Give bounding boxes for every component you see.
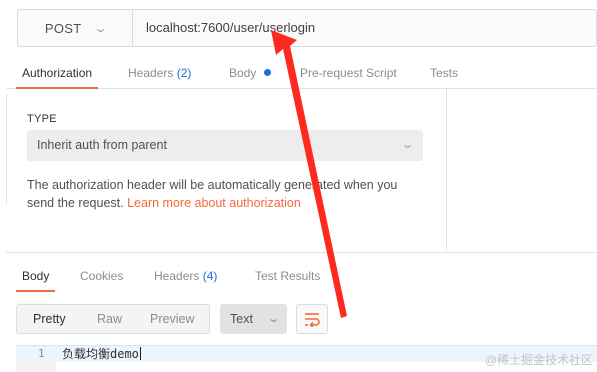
tab-authorization[interactable]: Authorization: [15, 58, 99, 89]
tab-count: (4): [202, 269, 218, 283]
tab-tests[interactable]: Tests: [430, 58, 458, 88]
response-tabs: Body Cookies Headers (4) Test Results: [6, 261, 597, 292]
dot-indicator-icon: [263, 69, 271, 76]
tab-response-headers[interactable]: Headers (4): [154, 261, 217, 291]
tab-label: Authorization: [22, 66, 93, 80]
url-field[interactable]: [146, 10, 566, 46]
authorization-pane: TYPE Inherit auth from parent ⌄ The auth…: [6, 89, 447, 251]
tab-cookies[interactable]: Cookies: [80, 261, 123, 291]
raw-button[interactable]: Raw: [97, 305, 122, 333]
request-tabs: Authorization Headers (2) Body Pre-reque…: [6, 58, 597, 89]
tab-label: Body: [229, 66, 257, 80]
auth-type-value: Inherit auth from parent: [37, 138, 167, 152]
auth-type-select[interactable]: Inherit auth from parent ⌄: [27, 130, 423, 161]
tab-label: Test Results: [255, 269, 321, 283]
tab-label: Cookies: [80, 269, 124, 283]
wrap-lines-icon: [305, 313, 320, 327]
text-caret: [139, 347, 141, 360]
tab-label: Body: [22, 269, 50, 283]
tab-label: Tests: [430, 66, 459, 80]
pretty-button[interactable]: Pretty: [33, 305, 66, 333]
format-value: Text: [230, 312, 253, 326]
tab-headers[interactable]: Headers (2): [128, 58, 191, 88]
method-label: POST: [44, 20, 82, 36]
code-content: 负载均衡demo: [62, 346, 141, 362]
line-number: 1: [38, 347, 45, 360]
type-label: TYPE: [27, 113, 57, 125]
url-input[interactable]: [146, 20, 566, 35]
code-text: 负载均衡demo: [62, 347, 139, 361]
tab-body[interactable]: Body: [229, 58, 271, 88]
postman-window: POST ⌄ Authorization Headers (2) Body Pr…: [0, 0, 597, 372]
tab-label: Pre-request Script: [300, 66, 397, 80]
watermark: @稀土掘金技术社区: [484, 353, 593, 367]
chevron-down-icon: ⌄: [400, 139, 415, 151]
view-mode-group: Pretty Raw Preview: [16, 304, 210, 334]
tab-response-body[interactable]: Body: [15, 261, 56, 292]
tab-pre-request-script[interactable]: Pre-request Script: [300, 58, 397, 88]
auth-help-pane: [446, 89, 597, 251]
tab-count: (2): [176, 66, 192, 80]
chevron-down-icon: ⌄: [266, 313, 281, 325]
preview-button[interactable]: Preview: [150, 305, 194, 333]
wrap-lines-button[interactable]: [296, 304, 328, 334]
request-bar: POST ⌄: [17, 9, 597, 47]
auth-description: The authorization header will be automat…: [27, 176, 427, 212]
tab-test-results[interactable]: Test Results: [255, 261, 320, 291]
format-select[interactable]: Text ⌄: [220, 304, 287, 334]
learn-more-link[interactable]: Learn more about authorization: [127, 196, 301, 210]
tab-label: Headers: [128, 66, 174, 80]
tab-label: Headers: [154, 269, 200, 283]
chevron-down-icon: ⌄: [93, 22, 108, 35]
method-dropdown[interactable]: POST ⌄: [18, 10, 133, 46]
